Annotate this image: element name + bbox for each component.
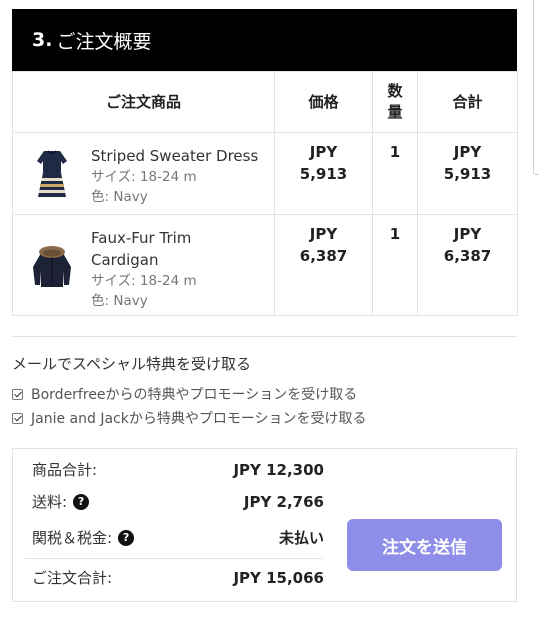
section-number: 3. [32,29,53,51]
total-currency: JPY [453,143,482,161]
duties-value: 未払い [278,529,324,547]
order-table: ご注文商品 価格 数量 合計 Striped Sweater Dress サイズ… [12,71,518,316]
qty-cell: 1 [372,132,418,215]
total-currency: JPY [453,225,482,243]
order-total-row: ご注文合計: JPY 15,066 [32,567,324,588]
subtotal-value: JPY 12,300 [233,460,324,479]
optin-borderfree[interactable]: Borderfreeからの特典やプロモーションを受け取る [12,384,357,404]
scrollbar-edge[interactable] [533,0,539,175]
total-amount: 6,387 [443,247,492,265]
duties-row: 関税＆税金: ? 未払い [32,527,324,548]
order-total-label: ご注文合計: [32,569,113,587]
product-name: Faux-Fur Trim Cardigan [91,229,192,269]
help-icon[interactable]: ? [118,529,135,546]
striped-dress-icon [37,150,67,197]
table-header-row: ご注文商品 価格 数量 合計 [12,71,518,133]
summary-divider [25,558,323,559]
fur-cardigan-icon [33,246,71,287]
checkbox-checked-icon[interactable] [12,412,23,424]
submit-order-button[interactable]: 注文を送信 [347,519,502,571]
total-cell: JPY 6,387 [417,214,518,316]
header-qty-label: 数量 [387,82,403,121]
shipping-value: JPY 2,766 [243,492,324,511]
optin-janie-and-jack[interactable]: Janie and Jackから特典やプロモーションを受け取る [12,408,367,428]
order-total-value: JPY 15,066 [233,568,324,587]
order-summary: 商品合計: JPY 12,300 送料: ? JPY 2,766 関税＆税金: … [12,448,517,602]
product-color: 色: Navy [91,189,148,205]
section-divider [12,336,517,337]
price-currency: JPY [309,225,338,243]
product-cell: Faux-Fur Trim Cardigan サイズ: 18-24 m 色: N… [12,214,275,316]
section-header: 3. ご注文概要 [12,9,517,71]
checkbox-checked-icon[interactable] [12,388,23,400]
total-cell: JPY 5,913 [417,132,518,215]
header-qty: 数量 [372,71,418,133]
price-cell: JPY 6,387 [274,214,373,316]
price-amount: 6,387 [299,247,348,265]
price-currency: JPY [309,143,338,161]
section-title: ご注文概要 [56,30,152,53]
qty-cell: 1 [372,214,418,316]
table-row: Faux-Fur Trim Cardigan サイズ: 18-24 m 色: N… [12,214,518,316]
product-name: Striped Sweater Dress [91,147,259,165]
duties-label: 関税＆税金: [32,529,113,547]
shipping-row: 送料: ? JPY 2,766 [32,491,324,512]
subtotal-label: 商品合計: [32,461,98,479]
product-cell: Striped Sweater Dress サイズ: 18-24 m 色: Na… [12,132,275,215]
price-cell: JPY 5,913 [274,132,373,215]
optin-janie-label: Janie and Jackから特典やプロモーションを受け取る [31,411,367,427]
header-price: 価格 [274,71,373,133]
optin-borderfree-label: Borderfreeからの特典やプロモーションを受け取る [31,387,358,403]
subtotal-row: 商品合計: JPY 12,300 [32,459,324,480]
shipping-label: 送料: [32,493,68,511]
header-product: ご注文商品 [12,71,275,133]
product-size: サイズ: 18-24 m [91,169,197,185]
table-row: Striped Sweater Dress サイズ: 18-24 m 色: Na… [12,132,518,215]
help-icon[interactable]: ? [73,493,90,510]
optin-title: メールでスペシャル特典を受け取る [12,355,251,373]
product-size: サイズ: 18-24 m [91,273,197,289]
total-amount: 5,913 [443,165,492,183]
product-color: 色: Navy [91,293,148,309]
price-amount: 5,913 [299,165,348,183]
header-total: 合計 [417,71,518,133]
